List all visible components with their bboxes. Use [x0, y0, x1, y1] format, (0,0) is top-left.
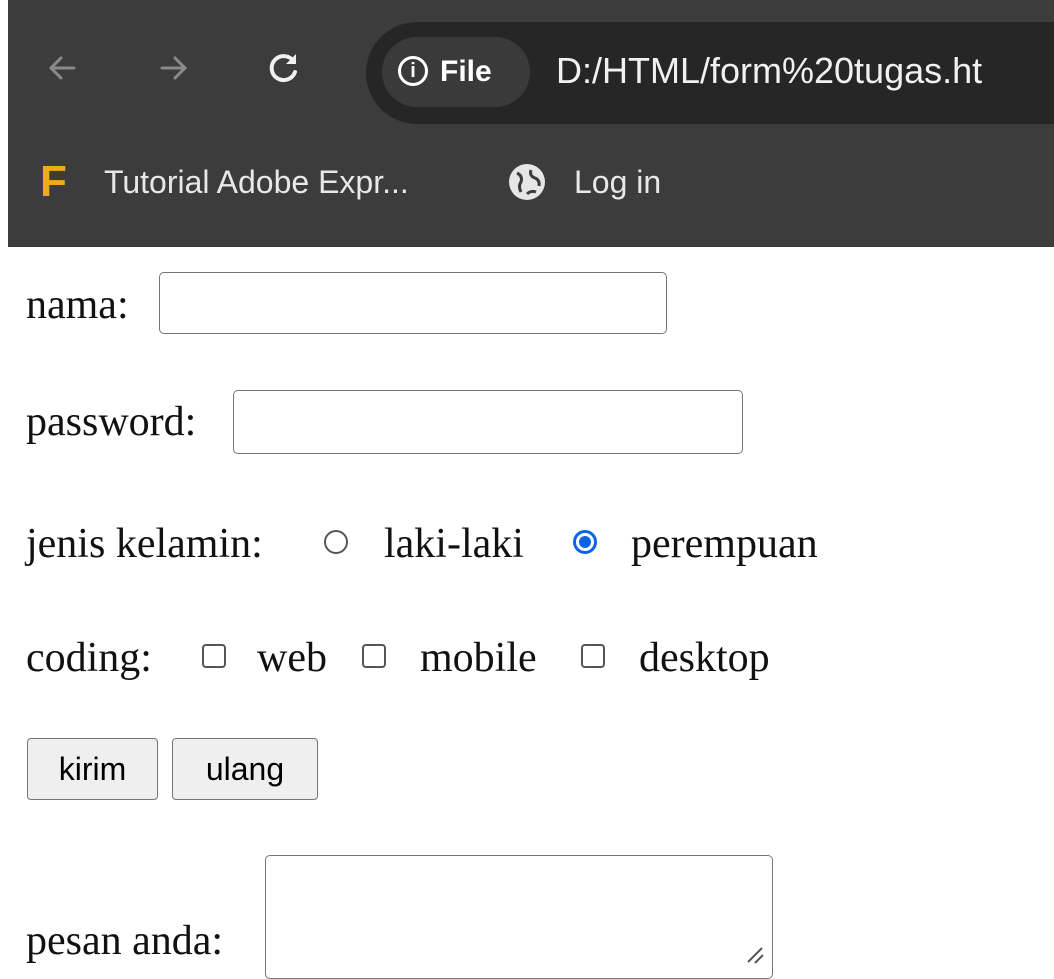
gender-label: jenis kelamin: — [26, 521, 263, 567]
bookmark-tutorial-adobe[interactable]: Tutorial Adobe Expr... — [104, 162, 409, 202]
info-icon: i — [398, 56, 428, 86]
password-label: password: — [26, 399, 197, 445]
site-info-label: File — [440, 55, 492, 88]
nama-input[interactable] — [159, 272, 667, 334]
coding-label: coding: — [26, 635, 152, 681]
checkbox-mobile[interactable] — [362, 644, 386, 668]
arrow-left-icon — [48, 56, 76, 80]
ulang-button[interactable]: ulang — [172, 738, 318, 800]
reload-button[interactable] — [266, 50, 302, 95]
radio-perempuan[interactable] — [573, 530, 597, 554]
url-text[interactable]: D:/HTML/form%20tugas.ht — [556, 48, 982, 94]
password-input[interactable] — [233, 390, 743, 454]
resize-grip-icon[interactable] — [742, 942, 766, 966]
checkbox-desktop-label: desktop — [639, 635, 770, 681]
radio-perempuan-label: perempuan — [631, 521, 818, 567]
message-label: pesan anda: — [26, 918, 224, 964]
adobe-express-f-icon: F — [40, 157, 67, 206]
checkbox-web[interactable] — [202, 644, 226, 668]
back-button[interactable] — [44, 50, 80, 95]
message-textarea[interactable] — [265, 855, 773, 979]
forward-button[interactable] — [156, 50, 192, 95]
globe-icon — [509, 164, 545, 200]
checkbox-mobile-label: mobile — [420, 635, 537, 681]
reload-icon — [269, 54, 297, 83]
kirim-button[interactable]: kirim — [27, 738, 158, 800]
radio-laki-laki-label: laki-laki — [384, 521, 524, 567]
bookmark-log-in[interactable]: Log in — [574, 162, 661, 202]
checkbox-web-label: web — [257, 635, 327, 681]
radio-laki-laki[interactable] — [324, 530, 348, 554]
nama-label: nama: — [26, 282, 129, 328]
checkbox-desktop[interactable] — [581, 644, 605, 668]
arrow-right-icon — [160, 56, 188, 80]
